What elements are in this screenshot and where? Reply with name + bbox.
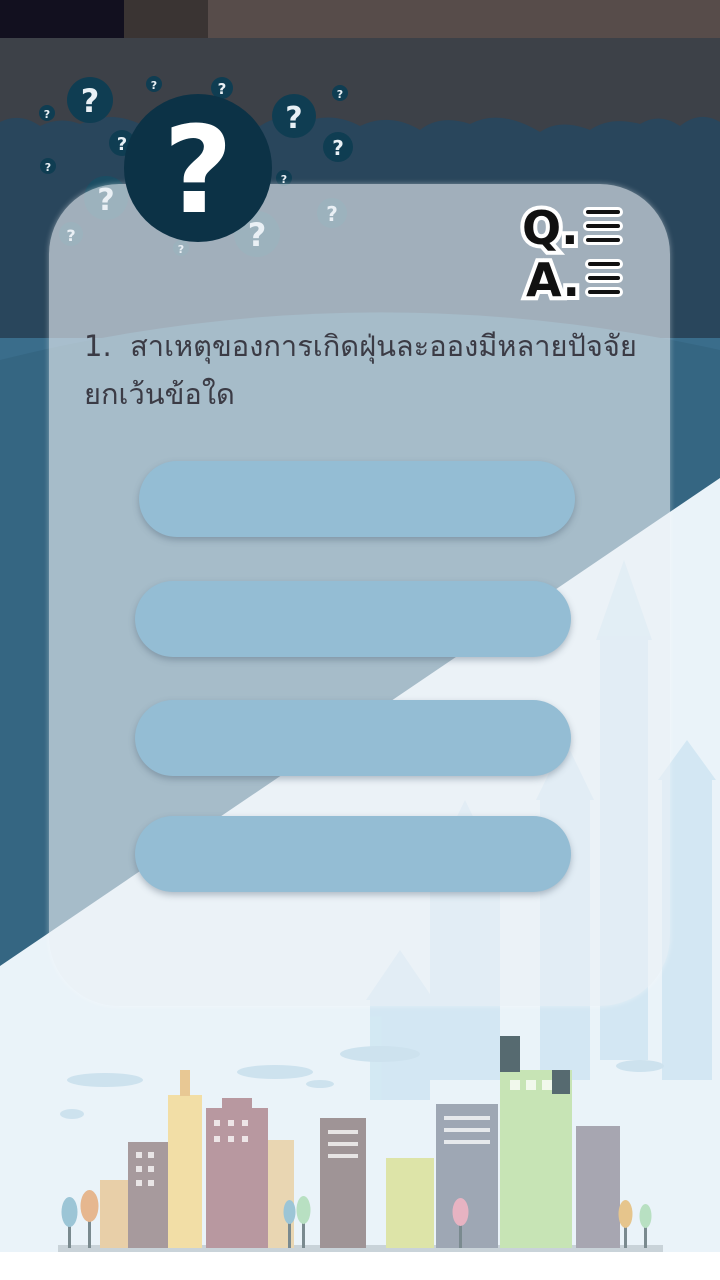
svg-text:A.: A.: [526, 253, 580, 304]
question-text: 1. สาเหตุของการเกิดฝุ่นละอองมีหลายปัจจัย…: [84, 322, 644, 418]
question-number: 1.: [84, 329, 112, 363]
answer-button-2[interactable]: [135, 581, 571, 657]
svg-text:?: ?: [285, 101, 302, 136]
svg-text:?: ?: [337, 88, 343, 101]
svg-text:?: ?: [332, 136, 344, 160]
answer-button-3[interactable]: [135, 700, 571, 776]
city-skyline-illustration: [0, 1036, 720, 1280]
question-mark-bubble-icon: ?: [124, 94, 272, 242]
status-bar-segment: [124, 0, 208, 38]
svg-text:?: ?: [81, 82, 100, 120]
status-bar-segment: [0, 0, 124, 38]
svg-text:?: ?: [45, 161, 51, 174]
qa-logo-icon: Q. A.: [520, 198, 623, 304]
question-body: สาเหตุของการเกิดฝุ่นละอองมีหลายปัจจัย ยก…: [84, 329, 637, 411]
svg-text:Q.: Q.: [522, 201, 579, 255]
svg-text:?: ?: [163, 102, 233, 241]
answer-button-1[interactable]: [139, 461, 575, 537]
answer-button-4[interactable]: [135, 816, 571, 892]
svg-text:?: ?: [44, 108, 50, 121]
svg-text:?: ?: [151, 79, 157, 92]
status-bar: [0, 0, 720, 38]
